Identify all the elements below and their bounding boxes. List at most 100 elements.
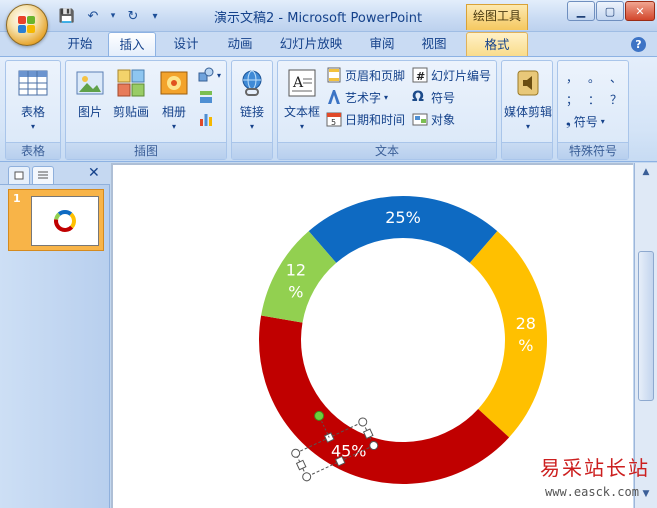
symbol-label: 符号	[431, 90, 456, 105]
undo-dropdown-icon[interactable]: ▾	[108, 7, 118, 25]
watermark-text: 易采站长站	[540, 456, 650, 480]
drawing-tools-context-tab: 绘图工具	[466, 4, 528, 30]
slide-number-icon: #	[412, 67, 428, 83]
symbol-comma[interactable]: ，	[562, 67, 582, 87]
thumb-segment-3[interactable]	[54, 219, 74, 232]
slides-pane-tabs: ✕	[0, 163, 110, 185]
textbox-dropdown-icon: ▾	[299, 122, 304, 131]
object-icon	[412, 111, 428, 127]
symbol-semicolon[interactable]: ；	[562, 89, 582, 109]
watermark-url: www.easck.com	[545, 485, 639, 499]
maximize-button[interactable]: ▢	[596, 1, 624, 21]
doughnut-segment-2[interactable]	[469, 231, 547, 438]
tab-slides-thumbnails[interactable]	[8, 166, 30, 184]
tab-animations[interactable]: 动画	[218, 32, 262, 56]
wordart-dropdown-icon: ▾	[384, 92, 389, 102]
symbol-enum-comma[interactable]: 、	[606, 67, 626, 87]
window-title: 演示文稿2 - Microsoft PowerPoint	[214, 11, 423, 26]
slide-number-label: 幻灯片编号	[431, 68, 492, 83]
pane-close-icon[interactable]: ✕	[88, 165, 100, 181]
clipart-button[interactable]: 剪贴画	[110, 65, 152, 141]
textbox-button[interactable]: A 文本框 ▾	[280, 65, 324, 141]
datetime-label: 日期和时间	[345, 112, 406, 127]
object-button[interactable]: 对象	[412, 109, 455, 129]
link-button-label: 链接	[239, 105, 264, 119]
media-clips-button[interactable]: 媒体剪辑 ▾	[504, 65, 552, 141]
chart-icon	[198, 111, 214, 127]
more-symbols-button[interactable]: ❟ 符号 ▾	[566, 111, 605, 131]
photo-album-button[interactable]: 相册 ▾	[154, 65, 194, 141]
smartart-button[interactable]	[198, 87, 214, 107]
title-bar: 💾 ↶ ▾ ↻ ▾ 演示文稿2 - Microsoft PowerPoint 绘…	[0, 0, 657, 32]
table-button[interactable]: 表格 ▾	[11, 65, 55, 141]
tab-design[interactable]: 设计	[164, 32, 208, 56]
office-button[interactable]	[6, 4, 48, 46]
resize-handle-8[interactable]	[295, 459, 307, 471]
doughnut-data-label-1[interactable]: 25%	[385, 208, 421, 227]
quick-access-toolbar: 💾 ↶ ▾ ↻ ▾	[56, 6, 162, 26]
group-table: 表格 ▾ 表格	[5, 60, 61, 160]
picture-button[interactable]: 图片	[68, 65, 112, 141]
slide-number-button[interactable]: # 幻灯片编号	[412, 65, 491, 85]
smartart-icon	[198, 89, 214, 105]
table-button-label: 表格	[20, 105, 45, 119]
slides-pane: ✕ 1	[0, 163, 110, 508]
close-button[interactable]: ✕	[625, 1, 655, 21]
scroll-down-icon[interactable]: ▼	[639, 489, 653, 503]
symbol-period[interactable]: 。	[584, 67, 604, 87]
tab-review[interactable]: 审阅	[360, 32, 404, 56]
group-text: A 文本框 ▾ 页眉和页脚 艺术字 ▾ 5 日期和时间 # 幻灯片编号 Ω 符号…	[277, 60, 497, 160]
svg-text:5: 5	[331, 118, 336, 127]
minimize-button[interactable]: ▁	[567, 1, 595, 21]
thumbnail-doughnut	[54, 210, 76, 232]
group-label-media	[502, 142, 552, 159]
symbol-colon[interactable]: ：	[584, 89, 604, 109]
group-illustrations: 图片 剪贴画 相册 ▾ ▾ 插图	[65, 60, 227, 160]
outline-tab-icon	[38, 171, 48, 179]
group-label-text: 文本	[278, 142, 496, 159]
header-footer-button[interactable]: 页眉和页脚	[326, 65, 405, 85]
picture-button-label: 图片	[77, 105, 102, 119]
shapes-dropdown-icon: ▾	[217, 70, 222, 80]
doughnut-segment-3[interactable]	[259, 315, 510, 484]
thumb-segment-2[interactable]	[69, 212, 76, 229]
tab-view[interactable]: 视图	[412, 32, 456, 56]
group-links: 链接 ▾	[231, 60, 273, 160]
group-label-special-symbols: 特殊符号	[558, 142, 628, 159]
photo-album-button-label: 相册	[161, 105, 186, 119]
scroll-up-icon[interactable]: ▲	[639, 167, 653, 181]
symbol-question[interactable]: ？	[606, 89, 626, 109]
slide-thumbnail-1[interactable]: 1	[8, 189, 104, 251]
customize-qat-icon[interactable]: ▾	[148, 7, 162, 25]
link-button[interactable]: 链接 ▾	[232, 65, 272, 141]
tab-insert[interactable]: 插入	[108, 32, 156, 56]
tab-format[interactable]: 格式	[466, 32, 528, 56]
tab-home[interactable]: 开始	[58, 32, 102, 56]
tab-slideshow[interactable]: 幻灯片放映	[272, 32, 350, 56]
symbol-button[interactable]: Ω 符号	[412, 87, 455, 107]
redo-icon[interactable]: ↻	[122, 7, 144, 25]
thumb-segment-1[interactable]	[57, 210, 73, 216]
office-logo-icon	[18, 16, 36, 34]
datetime-button[interactable]: 5 日期和时间	[326, 109, 405, 129]
doughnut-segment-1[interactable]	[308, 195, 498, 263]
photo-album-icon	[158, 67, 190, 99]
resize-handle-3[interactable]	[357, 417, 368, 428]
group-special-symbols: ， 。 、 ； ： ？ ❟ 符号 ▾ 特殊符号	[557, 60, 629, 160]
table-icon	[17, 67, 49, 99]
scroll-thumb[interactable]	[638, 251, 654, 401]
resize-handle-7[interactable]	[301, 471, 312, 482]
help-icon[interactable]: ?	[631, 37, 646, 52]
resize-handle-1[interactable]	[290, 448, 301, 459]
link-icon	[236, 67, 268, 99]
save-icon[interactable]: 💾	[56, 7, 78, 25]
tab-outline[interactable]	[32, 166, 54, 184]
shapes-button[interactable]: ▾	[198, 65, 221, 85]
undo-icon[interactable]: ↶	[82, 7, 104, 25]
wordart-button[interactable]: 艺术字 ▾	[326, 87, 388, 107]
wordart-label: 艺术字	[345, 90, 382, 105]
photo-album-dropdown-icon: ▾	[171, 122, 176, 131]
group-label-links	[232, 142, 272, 159]
chart-button[interactable]	[198, 109, 214, 129]
more-symbols-label: 符号	[573, 114, 598, 129]
